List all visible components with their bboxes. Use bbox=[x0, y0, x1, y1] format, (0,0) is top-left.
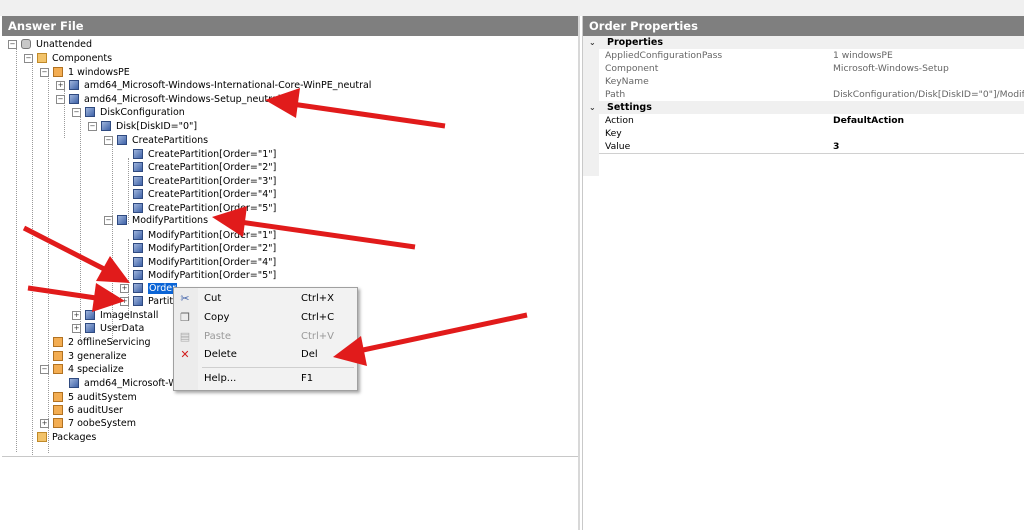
annotation-arrow-order bbox=[22, 225, 130, 283]
annotation-arrow-partition bbox=[27, 283, 125, 312]
annotation-arrow-setup bbox=[265, 88, 446, 129]
annotation-arrow-delete bbox=[333, 312, 528, 366]
annotation-arrows bbox=[22, 88, 528, 366]
annotation-arrow-modifypartitions bbox=[212, 206, 416, 250]
